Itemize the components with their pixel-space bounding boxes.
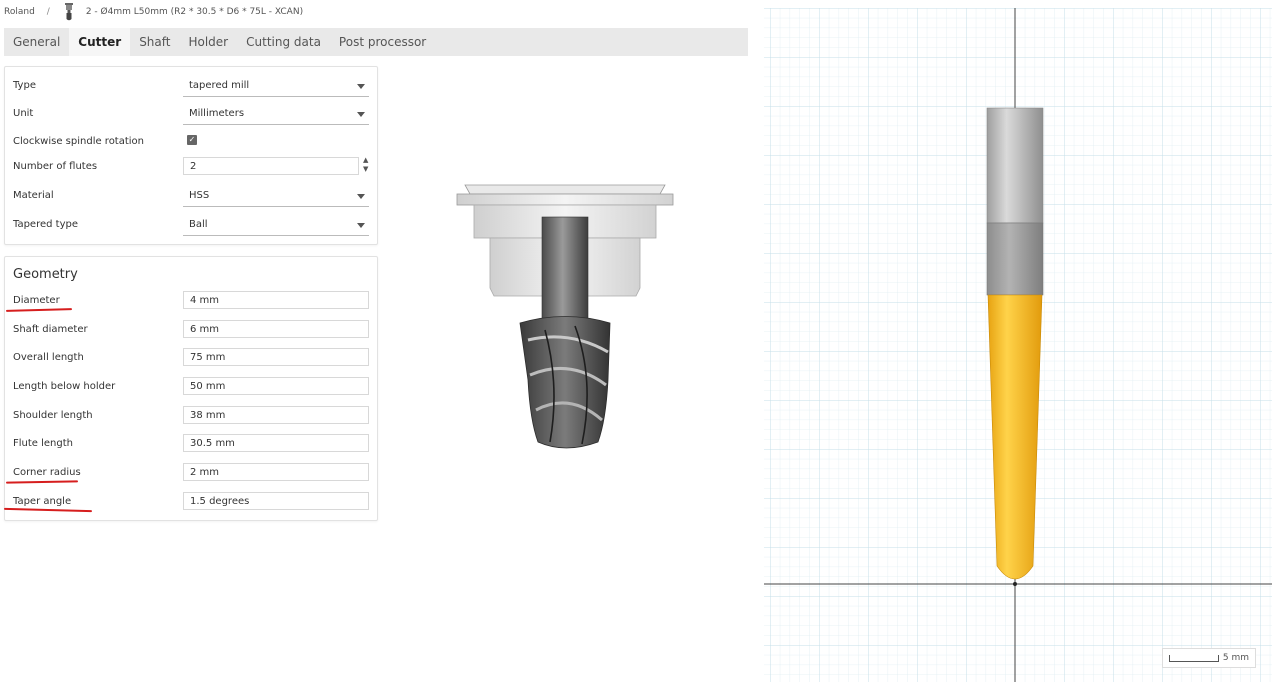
shaft-diameter-label: Shaft diameter	[13, 324, 88, 335]
scale-bar	[1168, 654, 1219, 662]
material-row: Material HSS	[13, 185, 369, 209]
flutes-row: Number of flutes 2 ▲ ▼	[13, 156, 369, 180]
clockwise-row: Clockwise spindle rotation ✓	[13, 131, 369, 155]
shoulder-length-row: Shoulder length 38 mm	[13, 405, 369, 429]
length-below-holder-input[interactable]: 50 mm	[183, 377, 369, 395]
tab-cutting-data[interactable]: Cutting data	[237, 28, 330, 56]
tab-cutter[interactable]: Cutter	[69, 28, 131, 56]
taper-angle-label: Taper angle	[13, 496, 72, 507]
tab-general[interactable]: General	[4, 28, 69, 56]
breadcrumb-separator: /	[46, 7, 50, 17]
taper-angle-input[interactable]: 1.5 degrees	[183, 492, 369, 510]
tool-2d-viewport[interactable]: 5 mm	[764, 8, 1272, 682]
overall-length-input[interactable]: 75 mm	[183, 348, 369, 366]
flutes-label: Number of flutes	[13, 161, 98, 172]
chevron-down-icon	[357, 84, 365, 89]
viewport-canvas[interactable]	[764, 8, 1272, 682]
tapered-type-select[interactable]: Ball	[183, 214, 369, 236]
tapered-type-value: Ball	[189, 219, 208, 230]
corner-radius-label: Corner radius	[13, 467, 81, 478]
stepper-up-icon[interactable]: ▲	[363, 156, 373, 165]
type-row: Type tapered mill	[13, 75, 369, 99]
tool-3d-preview	[456, 184, 674, 449]
tab-shaft[interactable]: Shaft	[130, 28, 179, 56]
length-below-holder-row: Length below holder 50 mm	[13, 376, 369, 400]
material-label: Material	[13, 190, 54, 201]
type-select[interactable]: tapered mill	[183, 75, 369, 97]
tapered-type-row: Tapered type Ball	[13, 214, 369, 238]
overall-length-label: Overall length	[13, 352, 84, 363]
clockwise-label: Clockwise spindle rotation	[13, 136, 145, 147]
shoulder-length-label: Shoulder length	[13, 410, 93, 421]
unit-label: Unit	[13, 108, 34, 119]
tab-holder[interactable]: Holder	[179, 28, 237, 56]
tapered-type-label: Tapered type	[13, 219, 78, 230]
flutes-input[interactable]: 2	[183, 157, 359, 175]
material-select[interactable]: HSS	[183, 185, 369, 207]
shaft-diameter-input[interactable]: 6 mm	[183, 320, 369, 338]
chevron-down-icon	[357, 223, 365, 228]
material-value: HSS	[189, 190, 210, 201]
tab-bar: General Cutter Shaft Holder Cutting data…	[4, 28, 748, 56]
unit-row: Unit Millimeters	[13, 103, 369, 127]
chevron-down-icon	[357, 112, 365, 117]
flute-length-input[interactable]: 30.5 mm	[183, 434, 369, 452]
end-mill-icon	[64, 3, 73, 21]
flutes-stepper[interactable]: ▲ ▼	[363, 156, 373, 174]
flute-length-label: Flute length	[13, 438, 73, 449]
type-label: Type	[13, 80, 36, 91]
unit-value: Millimeters	[189, 108, 245, 119]
shaft-diameter-row: Shaft diameter 6 mm	[13, 319, 369, 343]
breadcrumb-current: 2 - Ø4mm L50mm (R2 * 30.5 * D6 * 75L - X…	[85, 7, 304, 17]
breadcrumb-root[interactable]: Roland	[4, 7, 35, 17]
tab-post-processor[interactable]: Post processor	[330, 28, 435, 56]
type-value: tapered mill	[189, 80, 250, 91]
geometry-title: Geometry	[13, 267, 78, 282]
flute-length-row: Flute length 30.5 mm	[13, 433, 369, 457]
clockwise-checkbox[interactable]: ✓	[187, 135, 197, 145]
scale-label: 5 mm	[1222, 653, 1249, 663]
stepper-down-icon[interactable]: ▼	[363, 165, 373, 174]
scale-indicator: 5 mm	[1161, 648, 1256, 668]
diameter-input[interactable]: 4 mm	[183, 291, 369, 309]
corner-radius-input[interactable]: 2 mm	[183, 463, 369, 481]
unit-select[interactable]: Millimeters	[183, 103, 369, 125]
diameter-label: Diameter	[13, 295, 60, 306]
shoulder-length-input[interactable]: 38 mm	[183, 406, 369, 424]
diameter-row: Diameter 4 mm	[13, 290, 369, 314]
length-below-holder-label: Length below holder	[13, 381, 116, 392]
overall-length-row: Overall length 75 mm	[13, 347, 369, 371]
cutter-panel: Type tapered mill Unit Millimeters Clock…	[4, 66, 378, 245]
breadcrumb: Roland / 2 - Ø4mm L50mm (R2 * 30.5 * D6 …	[4, 3, 304, 21]
chevron-down-icon	[357, 194, 365, 199]
